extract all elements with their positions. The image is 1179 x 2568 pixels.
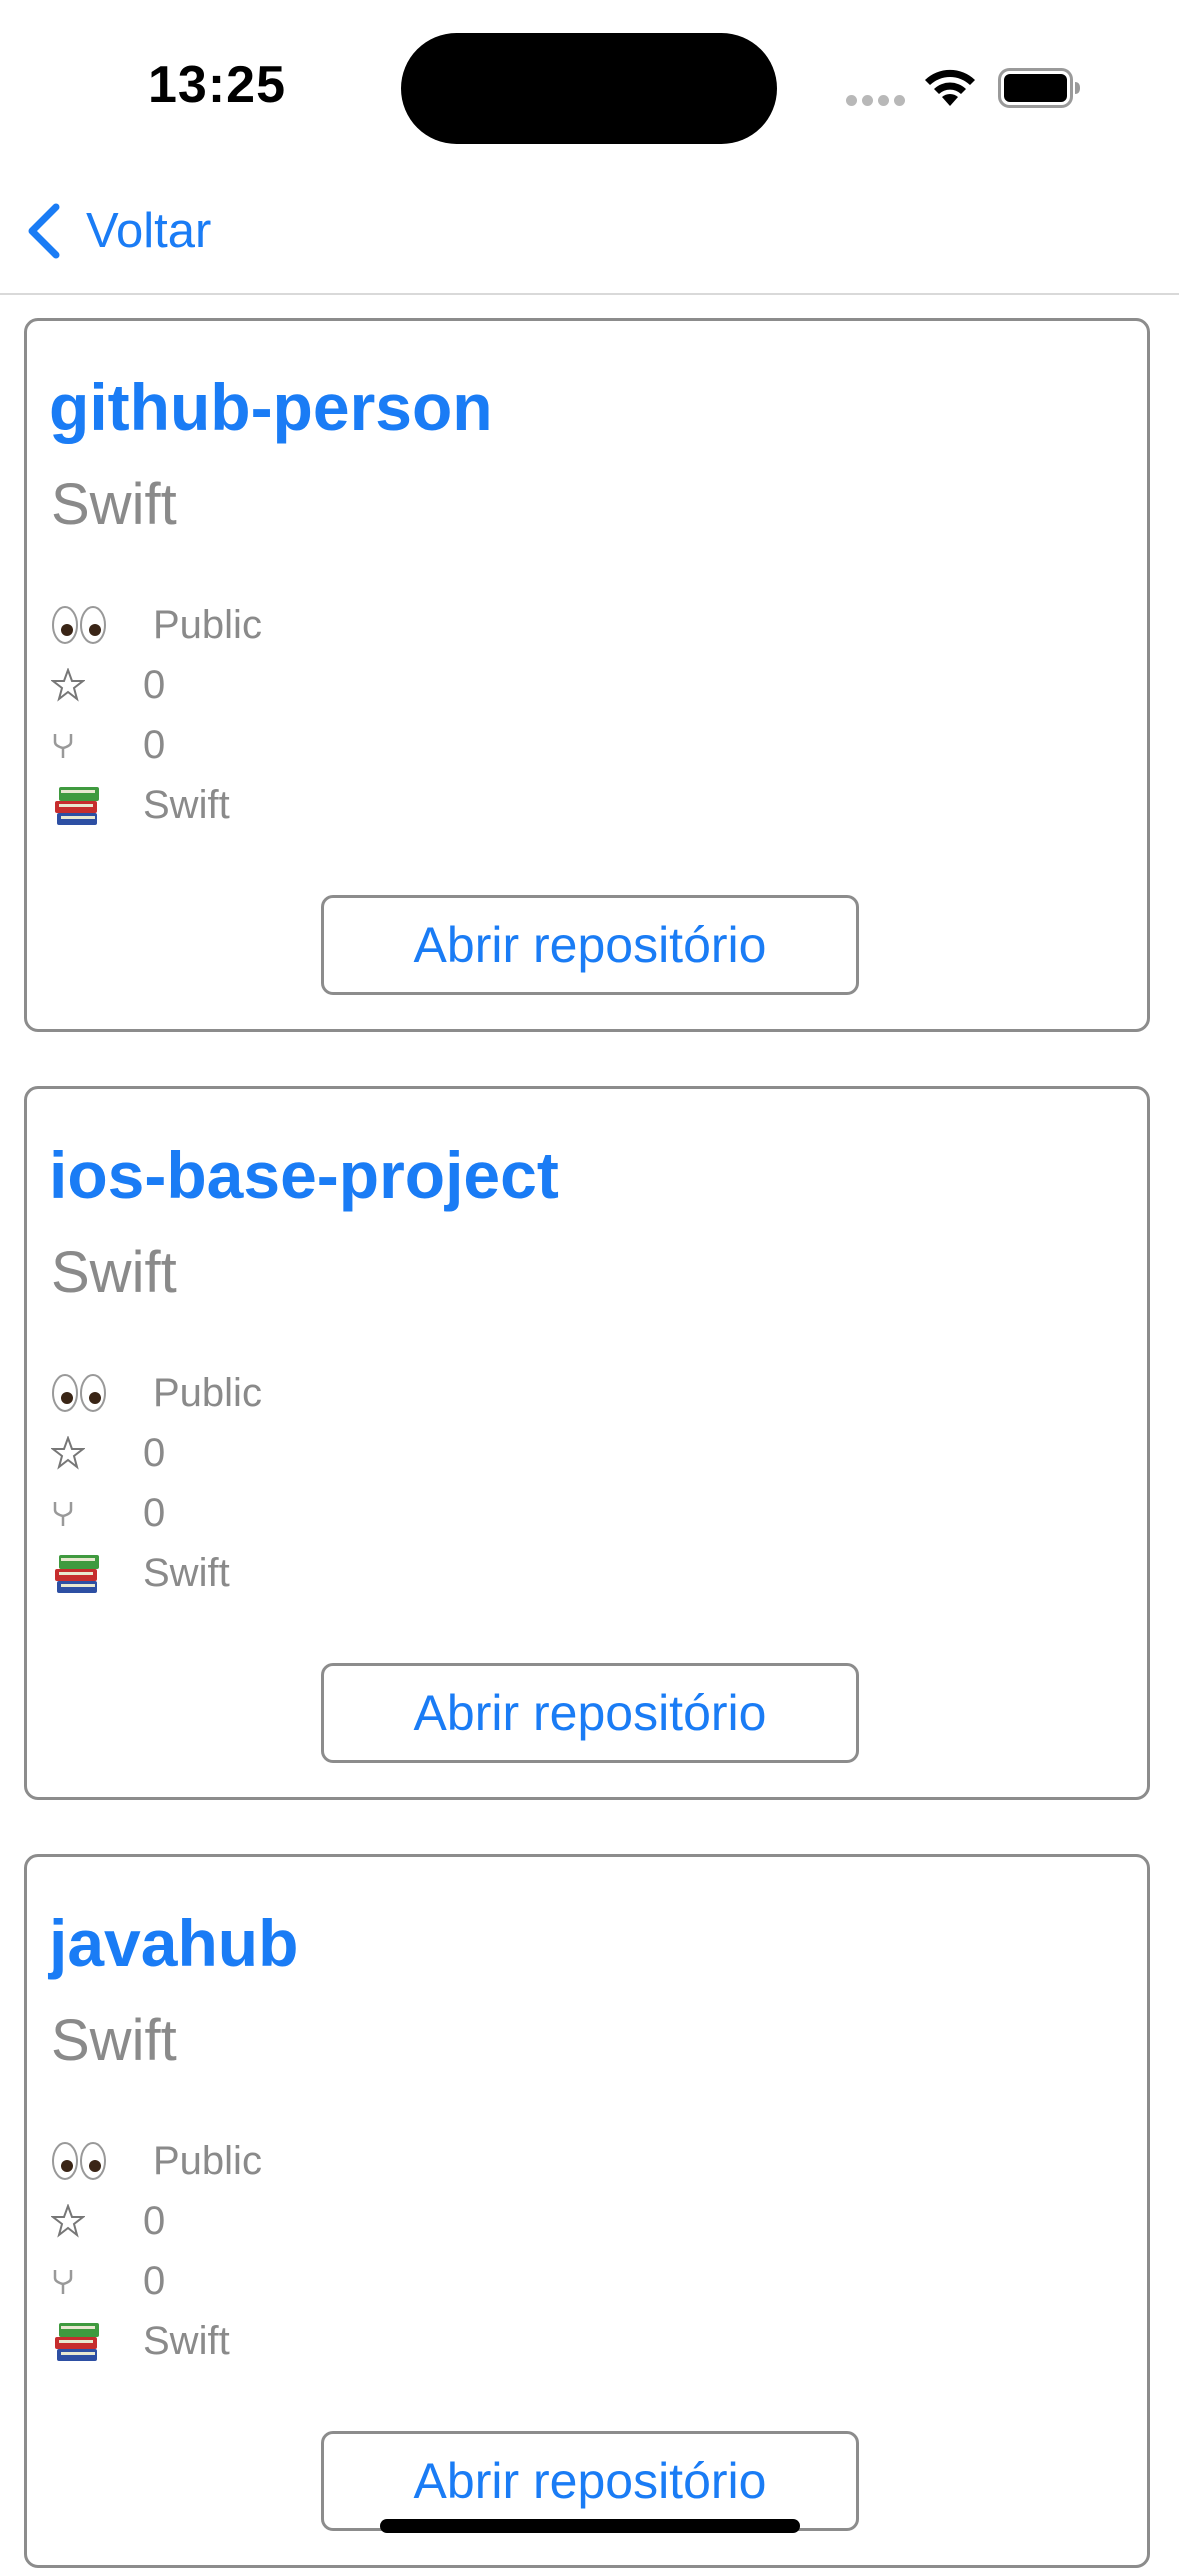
visibility-value: Public bbox=[153, 602, 262, 647]
language-row: Swift bbox=[51, 2311, 230, 2371]
open-repository-button[interactable]: Abrir repositório bbox=[321, 2431, 859, 2531]
fork-icon bbox=[51, 1488, 107, 1538]
eyes-icon bbox=[51, 1368, 107, 1418]
open-repository-button[interactable]: Abrir repositório bbox=[321, 1663, 859, 1763]
repository-card: javahub Swift Public 0 0 Swift Abrir rep… bbox=[24, 1854, 1150, 2568]
language-value: Swift bbox=[143, 782, 230, 827]
status-bar: 13:25 bbox=[0, 0, 1179, 180]
back-button[interactable]: Voltar bbox=[24, 196, 211, 266]
star-icon bbox=[51, 2196, 107, 2246]
repository-name[interactable]: javahub bbox=[49, 1905, 298, 1981]
back-button-label: Voltar bbox=[86, 204, 212, 258]
language-row: Swift bbox=[51, 775, 230, 835]
cellular-signal-icon bbox=[846, 95, 906, 106]
visibility-row: Public bbox=[51, 2131, 262, 2191]
books-icon bbox=[51, 1548, 107, 1598]
open-repository-button[interactable]: Abrir repositório bbox=[321, 895, 859, 995]
forks-count: 0 bbox=[143, 2258, 166, 2303]
chevron-left-icon bbox=[28, 203, 60, 259]
forks-row: 0 bbox=[51, 715, 165, 775]
fork-icon bbox=[51, 2256, 107, 2306]
star-icon bbox=[51, 660, 107, 710]
repository-language: Swift bbox=[51, 472, 177, 537]
visibility-value: Public bbox=[153, 1370, 262, 1415]
books-icon bbox=[51, 2316, 107, 2366]
repository-name[interactable]: github-person bbox=[49, 369, 493, 445]
dynamic-island bbox=[401, 33, 777, 144]
repository-card: ios-base-project Swift Public 0 0 Swift … bbox=[24, 1086, 1150, 1800]
visibility-value: Public bbox=[153, 2138, 262, 2183]
eyes-icon bbox=[51, 2136, 107, 2186]
fork-icon bbox=[51, 720, 107, 770]
wifi-icon bbox=[925, 69, 975, 106]
star-icon bbox=[51, 1428, 107, 1478]
eyes-icon bbox=[51, 600, 107, 650]
forks-row: 0 bbox=[51, 2251, 165, 2311]
language-value: Swift bbox=[143, 2318, 230, 2363]
repository-language: Swift bbox=[51, 2008, 177, 2073]
forks-count: 0 bbox=[143, 722, 166, 767]
visibility-row: Public bbox=[51, 1363, 262, 1423]
forks-count: 0 bbox=[143, 1490, 166, 1535]
forks-row: 0 bbox=[51, 1483, 165, 1543]
navigation-bar: Voltar bbox=[0, 180, 1179, 295]
home-indicator[interactable] bbox=[380, 2519, 800, 2533]
books-icon bbox=[51, 780, 107, 830]
repository-language: Swift bbox=[51, 1240, 177, 1305]
stars-row: 0 bbox=[51, 655, 165, 715]
battery-icon bbox=[998, 68, 1080, 108]
language-row: Swift bbox=[51, 1543, 230, 1603]
visibility-row: Public bbox=[51, 595, 262, 655]
stars-row: 0 bbox=[51, 2191, 165, 2251]
stars-count: 0 bbox=[143, 1430, 166, 1475]
repository-card: github-person Swift Public 0 0 Swift Abr… bbox=[24, 318, 1150, 1032]
language-value: Swift bbox=[143, 1550, 230, 1595]
stars-count: 0 bbox=[143, 662, 166, 707]
stars-count: 0 bbox=[143, 2198, 166, 2243]
status-time: 13:25 bbox=[148, 56, 286, 114]
repository-name[interactable]: ios-base-project bbox=[49, 1137, 559, 1213]
stars-row: 0 bbox=[51, 1423, 165, 1483]
